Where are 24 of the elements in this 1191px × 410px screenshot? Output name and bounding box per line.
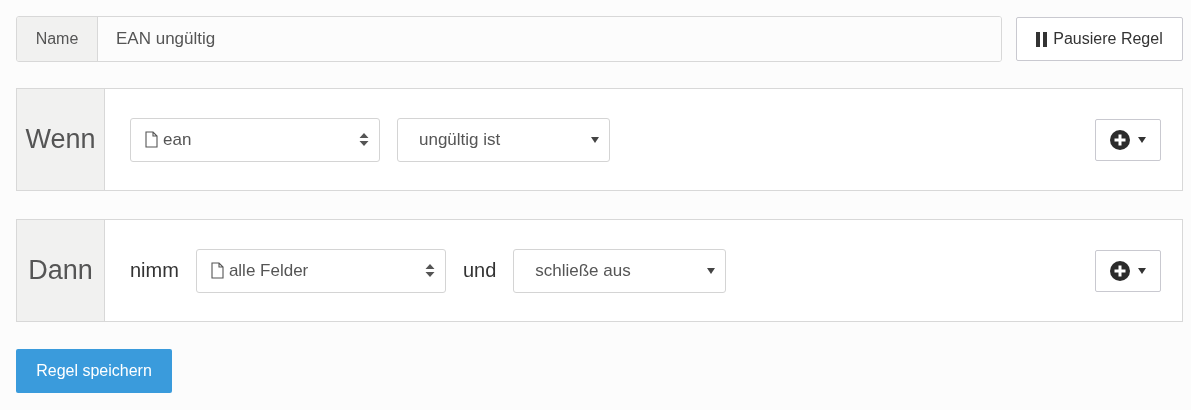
operator-select[interactable]: ungültig ist	[397, 117, 610, 162]
name-field[interactable]: Name EAN ungültig	[16, 16, 1002, 62]
plus-circle-icon	[1110, 260, 1130, 281]
connector-text: nimm	[130, 259, 179, 282]
add-button[interactable]	[1095, 118, 1161, 161]
block-label: Wenn	[17, 89, 105, 190]
field-select[interactable]: alle Felder	[195, 248, 446, 293]
file-icon	[145, 131, 158, 148]
pause-button[interactable]: Pausiere Regel	[1016, 17, 1183, 61]
operator-select[interactable]: schließe aus	[513, 248, 727, 293]
caret-icon	[1138, 136, 1146, 143]
file-icon	[210, 262, 224, 279]
add-button[interactable]	[1095, 249, 1161, 292]
field-select[interactable]: ean	[130, 117, 380, 162]
connector-text: und	[462, 259, 497, 282]
plus-circle-icon	[1110, 129, 1130, 150]
caret-icon	[707, 267, 716, 274]
sort-arrows-icon	[359, 132, 369, 147]
caret-icon	[591, 136, 599, 143]
name-label: Name	[17, 17, 98, 61]
sort-arrows-icon	[424, 263, 435, 278]
pause-icon	[1036, 31, 1048, 47]
caret-icon	[1138, 267, 1146, 274]
block-label: Dann	[17, 220, 105, 321]
